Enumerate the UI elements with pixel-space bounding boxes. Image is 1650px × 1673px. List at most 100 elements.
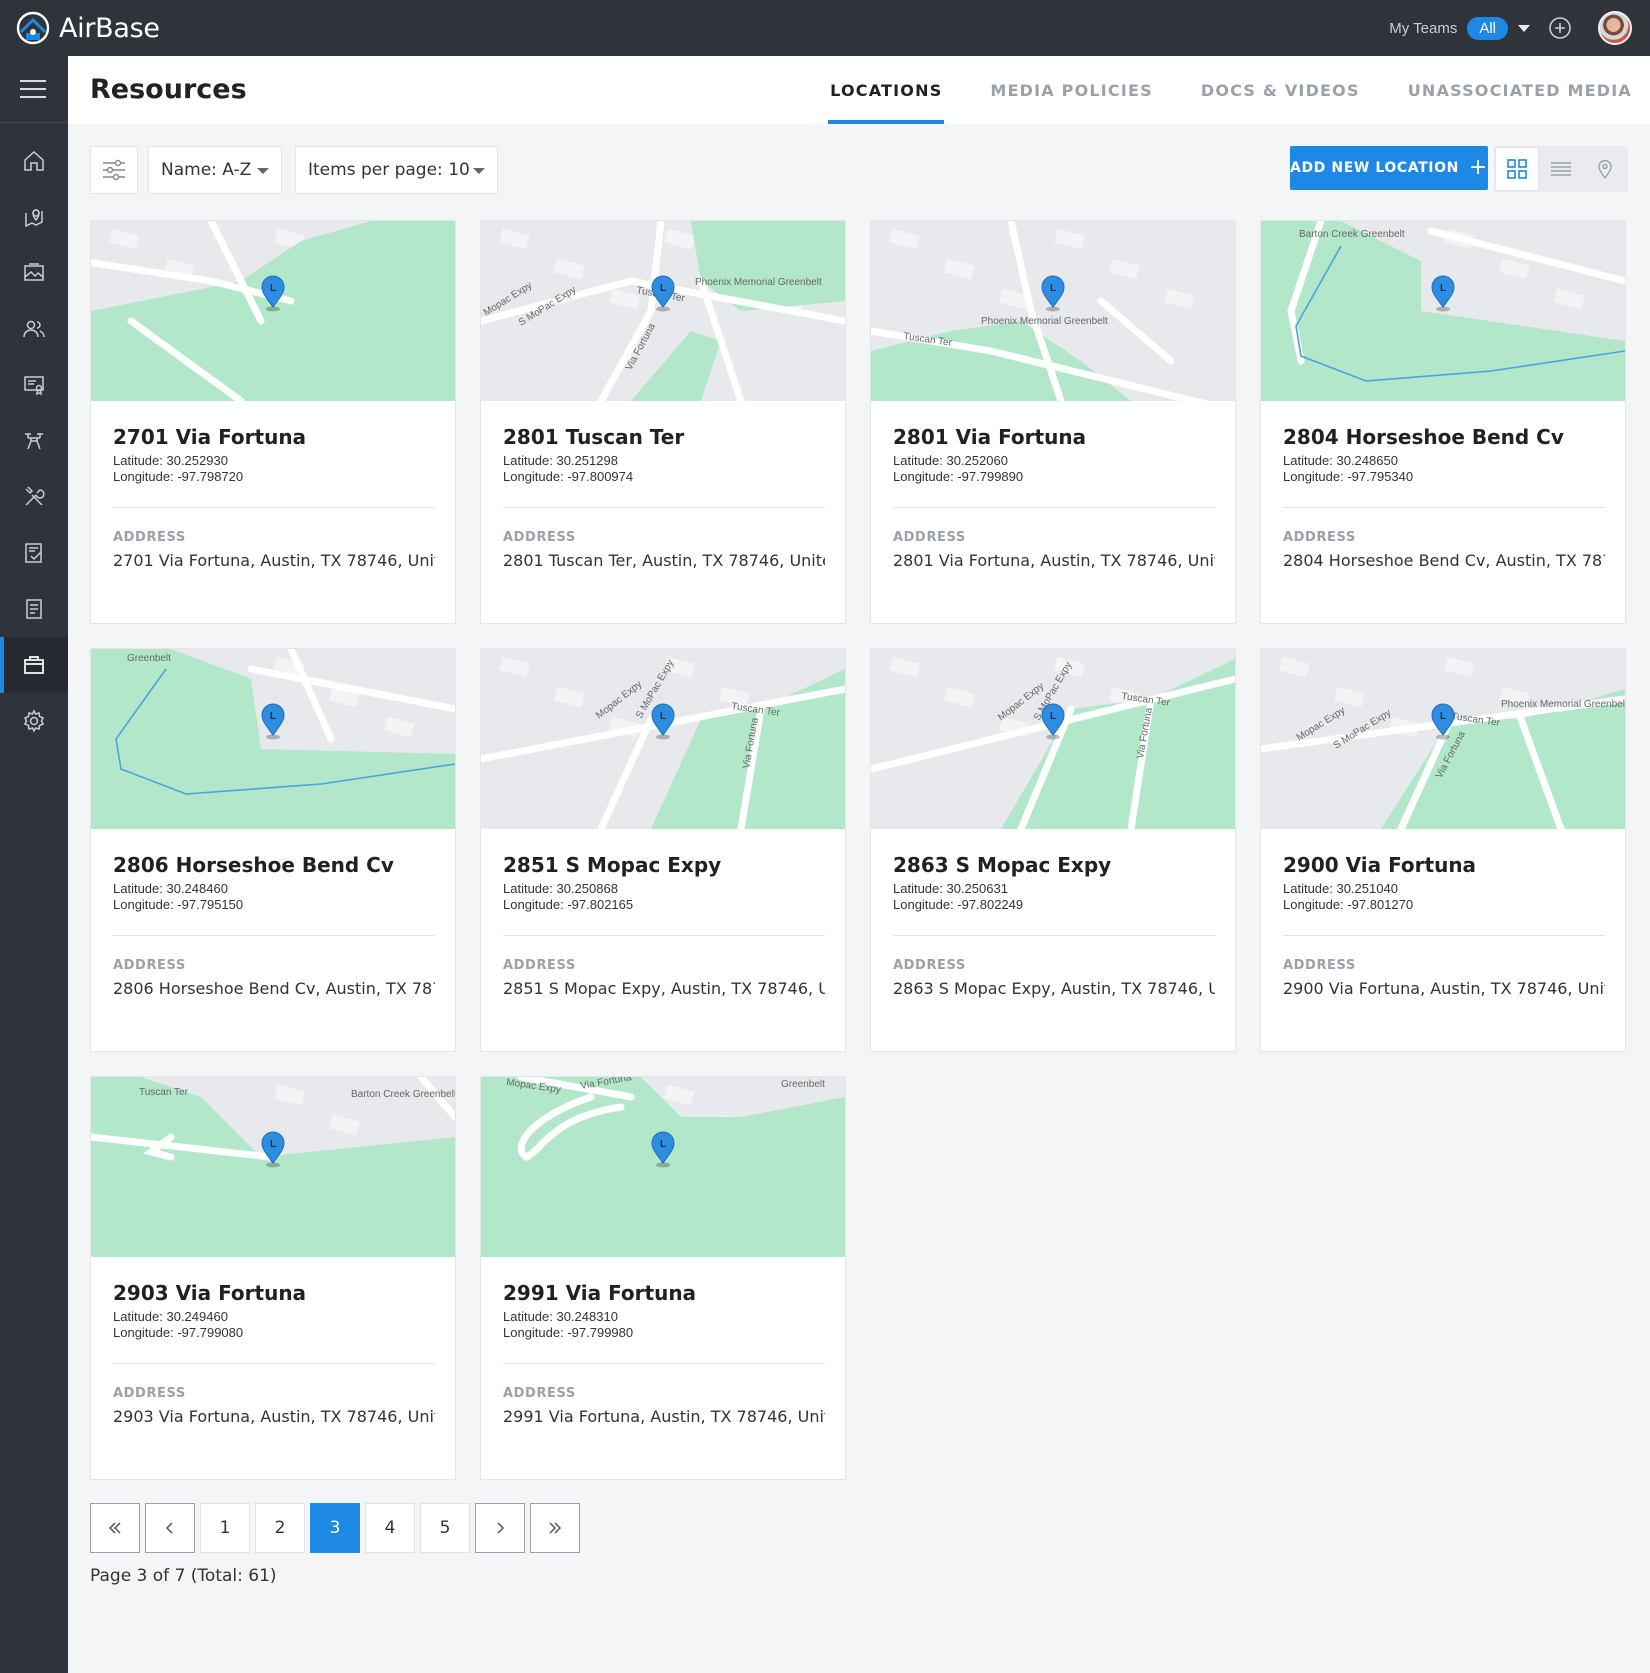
address-value: 2801 Tuscan Ter, Austin, TX 78746, Unite… (503, 551, 825, 570)
location-card[interactable]: Mopac Expy S MoPac Expy Tuscan Ter Phoenix … (1260, 648, 1626, 1052)
svg-text:L: L (660, 1139, 666, 1150)
map-thumbnail: Greenbelt L (91, 649, 455, 829)
address-label: ADDRESS (113, 1386, 186, 1401)
user-avatar[interactable] (1598, 11, 1632, 45)
map-preview[interactable]: Mopac Expy S MoPac Expy Tuscan Ter Via Fort… (481, 649, 845, 829)
sidebar-item-documents[interactable] (0, 581, 68, 637)
tab-locations[interactable]: LOCATIONS (828, 56, 945, 124)
location-card[interactable]: Greenbelt L 2806 Horseshoe Bend Cv Latitude… (90, 648, 456, 1052)
latitude: Latitude: 30.248310 (503, 1309, 618, 1324)
filter-button[interactable] (90, 146, 138, 194)
address-value: 2804 Horseshoe Bend Cv, Austin, TX 78704 (1283, 551, 1605, 570)
double-chevron-left-icon (108, 1522, 121, 1534)
sliders-icon (103, 159, 125, 181)
address-label: ADDRESS (893, 958, 966, 973)
list-view-button[interactable] (1539, 147, 1583, 191)
page-info: Page 3 of 7 (Total: 61) (90, 1566, 277, 1586)
add-circle-icon[interactable] (1548, 16, 1572, 40)
map-preview[interactable]: Mopac Expy S MoPac Expy Tuscan Ter Phoenix … (1261, 649, 1625, 829)
map-preview[interactable]: Barton Creek Greenbelt L (1261, 221, 1625, 401)
tools-icon (25, 486, 45, 506)
svg-text:L: L (270, 711, 276, 722)
location-card[interactable]: Mopac Expy S MoPac Expy Tuscan Ter Phoenix … (480, 220, 846, 624)
sidebar-item-equipment[interactable] (0, 469, 68, 525)
svg-text:Barton Creek Greenbelt: Barton Creek Greenbelt (1299, 229, 1405, 240)
map-preview[interactable]: L (91, 221, 455, 401)
location-card[interactable]: Mopac Expy S MoPac Expy Tuscan Ter Via Fort… (870, 648, 1236, 1052)
location-card[interactable]: L 2701 Via Fortuna Latitude: 30.252930 Long… (90, 220, 456, 624)
address-label: ADDRESS (113, 958, 186, 973)
longitude: Longitude: -97.799980 (503, 1325, 634, 1340)
location-card[interactable]: Tuscan Ter Barton Creek Greenbelt L 2903 Vi… (90, 1076, 456, 1480)
sort-select[interactable]: Name: A-Z (148, 146, 282, 194)
sidebar-item-people[interactable] (0, 301, 68, 357)
map-view-button[interactable] (1583, 147, 1627, 191)
card-divider (893, 507, 1215, 508)
address-value: 2900 Via Fortuna, Austin, TX 78746, Unit… (1283, 979, 1605, 998)
sidebar-item-drones[interactable] (0, 413, 68, 469)
items-per-page-select[interactable]: Items per page: 10 (295, 146, 498, 194)
brand[interactable]: AirBase (15, 10, 160, 46)
sidebar-item-resources[interactable] (0, 637, 68, 693)
map-preview[interactable]: Mopac Expy S MoPac Expy Tuscan Ter Phoenix … (481, 221, 845, 401)
location-card[interactable]: Mopac Expy Via Fortuna Greenbelt L 2991 Via … (480, 1076, 846, 1480)
grid-icon (1507, 159, 1527, 179)
grid-view-button[interactable] (1495, 147, 1539, 191)
latitude: Latitude: 30.248650 (1283, 453, 1398, 468)
tab-docs-videos[interactable]: DOCS & VIDEOS (1199, 56, 1362, 124)
page-button-1[interactable]: 1 (200, 1503, 250, 1553)
first-page-button[interactable] (90, 1503, 140, 1553)
map-preview[interactable]: Mopac Expy Via Fortuna Greenbelt L (481, 1077, 845, 1257)
map-preview[interactable]: Tuscan Ter Phoenix Memorial Greenbelt L (871, 221, 1235, 401)
chevron-down-icon[interactable] (1518, 24, 1530, 32)
teams-selector[interactable]: All (1467, 16, 1508, 40)
map-preview[interactable]: Greenbelt L (91, 649, 455, 829)
sidebar-item-checklists[interactable] (0, 525, 68, 581)
card-body: 2801 Via Fortuna Latitude: 30.252060 Longi… (893, 425, 1215, 570)
sidebar-item-locations[interactable] (0, 189, 68, 245)
sidebar-item-settings[interactable] (0, 693, 68, 749)
sidebar-item-media[interactable] (0, 245, 68, 301)
sidebar-item-home[interactable] (0, 133, 68, 189)
map-thumbnail: Mopac ExpyS MoPac Expy Tuscan TerPhoenix … (1261, 649, 1625, 829)
page-button-3[interactable]: 3 (310, 1503, 360, 1553)
add-new-location-button[interactable]: ADD NEW LOCATION + (1290, 146, 1488, 190)
page-title: Resources (90, 74, 247, 105)
map-marker-icon (1598, 159, 1612, 180)
menu-icon[interactable] (20, 80, 46, 100)
location-card[interactable]: Tuscan Ter Phoenix Memorial Greenbelt L 280… (870, 220, 1236, 624)
prev-page-button[interactable] (145, 1503, 195, 1553)
svg-text:L: L (270, 1139, 276, 1150)
longitude: Longitude: -97.799890 (893, 469, 1024, 484)
last-page-button[interactable] (530, 1503, 580, 1553)
page-button-4[interactable]: 4 (365, 1503, 415, 1553)
sidebar-item-certifications[interactable] (0, 357, 68, 413)
location-card[interactable]: Mopac Expy S MoPac Expy Tuscan Ter Via Fort… (480, 648, 846, 1052)
tab-media-policies[interactable]: MEDIA POLICIES (988, 56, 1154, 124)
location-name: 2851 S Mopac Expy (503, 853, 722, 877)
next-page-button[interactable] (475, 1503, 525, 1553)
double-chevron-right-icon (549, 1522, 562, 1534)
location-card[interactable]: Barton Creek Greenbelt L 2804 Horseshoe Be… (1260, 220, 1626, 624)
card-divider (893, 935, 1215, 936)
svg-text:L: L (1050, 283, 1056, 294)
tab-unassociated-media[interactable]: UNASSOCIATED MEDIA (1406, 56, 1634, 124)
location-name: 2701 Via Fortuna (113, 425, 307, 449)
items-per-page-value: Items per page: 10 (308, 160, 470, 180)
card-body: 2900 Via Fortuna Latitude: 30.251040 Longi… (1283, 853, 1605, 998)
svg-text:L: L (1440, 283, 1446, 294)
longitude: Longitude: -97.799080 (113, 1325, 244, 1340)
map-preview[interactable]: Tuscan Ter Barton Creek Greenbelt L (91, 1077, 455, 1257)
location-name: 2903 Via Fortuna (113, 1281, 307, 1305)
card-divider (113, 935, 435, 936)
page-button-2[interactable]: 2 (255, 1503, 305, 1553)
map-thumbnail: Tuscan TerPhoenix Memorial GreenbeltL (871, 221, 1235, 401)
svg-text:L: L (270, 283, 276, 294)
card-body: 2806 Horseshoe Bend Cv Latitude: 30.24846… (113, 853, 435, 998)
chevron-left-icon (165, 1522, 173, 1534)
address-label: ADDRESS (113, 530, 186, 545)
map-preview[interactable]: Mopac Expy S MoPac Expy Tuscan Ter Via Fort… (871, 649, 1235, 829)
card-divider (1283, 507, 1605, 508)
location-name: 2801 Tuscan Ter (503, 425, 685, 449)
page-button-5[interactable]: 5 (420, 1503, 470, 1553)
